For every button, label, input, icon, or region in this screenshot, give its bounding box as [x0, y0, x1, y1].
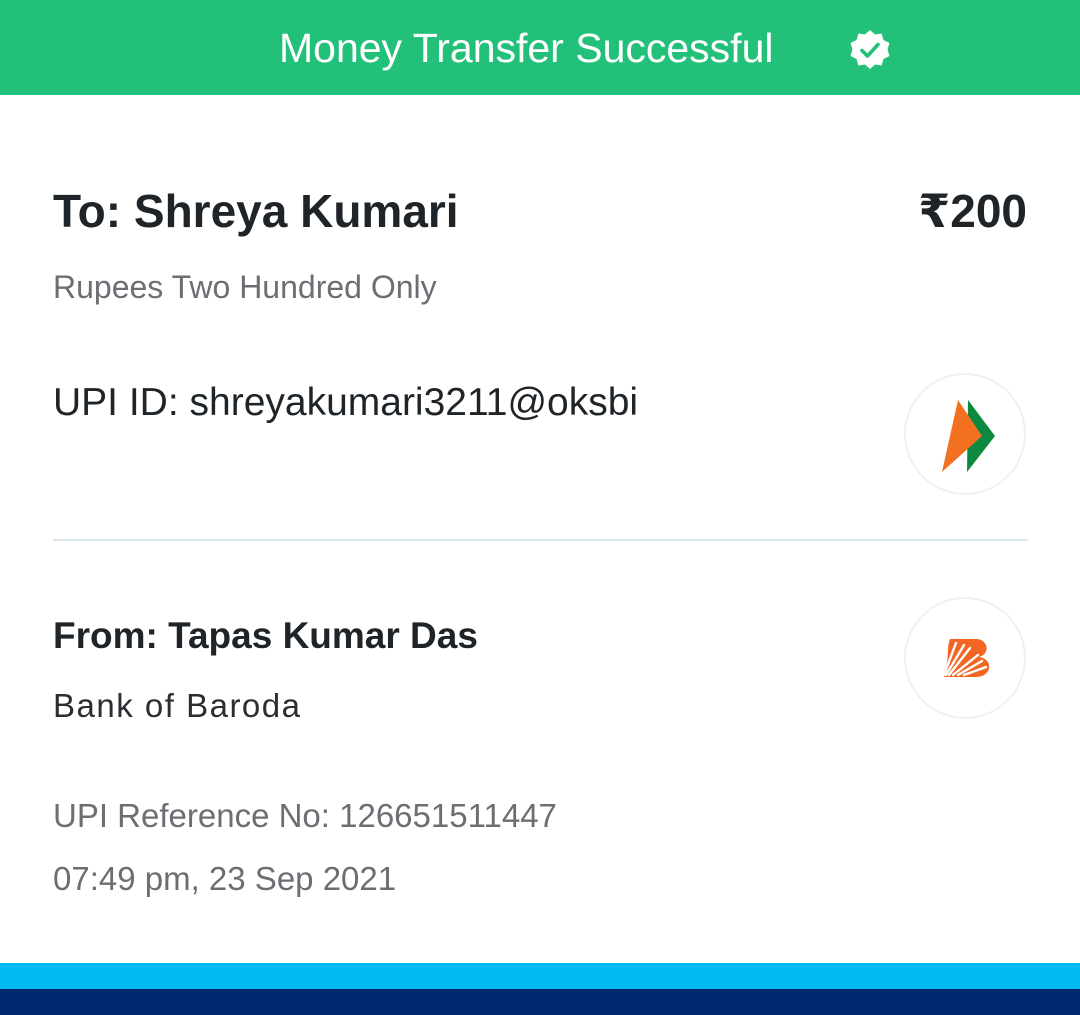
- success-header: Money Transfer Successful: [0, 0, 1080, 95]
- bank-logo: [904, 597, 1026, 719]
- upi-reference-number: UPI Reference No: 126651511447: [53, 797, 557, 834]
- section-divider: [53, 539, 1028, 541]
- brand-stripe-dark: [0, 989, 1080, 1015]
- brand-stripe-light: [0, 963, 1080, 989]
- transaction-timestamp: 07:49 pm, 23 Sep 2021: [53, 860, 397, 897]
- upi-logo: [904, 373, 1026, 495]
- sender-name: From: Tapas Kumar Das: [53, 615, 478, 656]
- bank-of-baroda-logo-icon: [942, 639, 990, 677]
- recipient-name: To: Shreya Kumari: [53, 185, 459, 237]
- upi-logo-icon: [942, 400, 995, 472]
- transfer-amount: ₹200: [918, 185, 1027, 237]
- recipient-upi-id: UPI ID: shreyakumari3211@oksbi: [53, 381, 639, 424]
- success-title: Money Transfer Successful: [279, 25, 774, 71]
- verified-check-icon: [850, 30, 890, 69]
- amount-in-words: Rupees Two Hundred Only: [53, 269, 437, 305]
- sender-bank: Bank of Baroda: [53, 687, 302, 724]
